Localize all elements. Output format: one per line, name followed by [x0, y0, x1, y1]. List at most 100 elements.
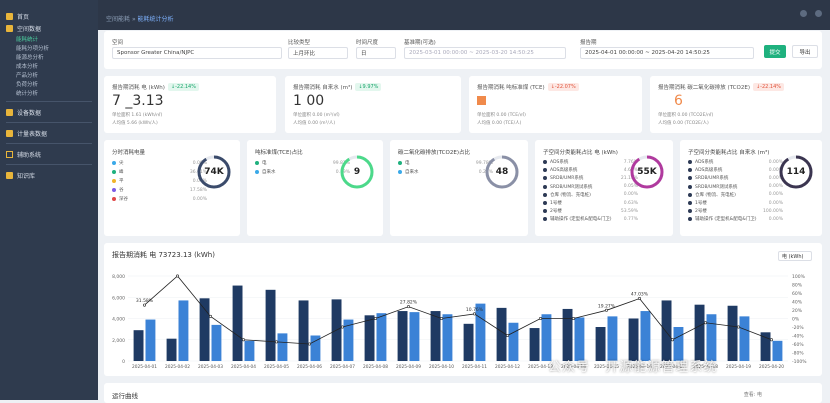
donut-ring: 74K — [196, 154, 232, 190]
kpi-sub2: 人均值 5.66 (kWh/人) — [112, 121, 158, 126]
home-icon — [6, 12, 13, 20]
legend-dot — [543, 176, 547, 181]
breadcrumb-home[interactable]: 空间能耗 — [106, 16, 130, 23]
sidebar-item-knowledge[interactable]: 知识库 — [0, 169, 98, 181]
legend-item: ADS系统 0.00% — [688, 159, 783, 165]
y2-tick-label: 20% — [792, 308, 803, 314]
x-tick-label: 2025-04-11 — [462, 364, 487, 370]
legend-dot — [543, 217, 547, 222]
bar-base — [772, 340, 783, 361]
settings-icon[interactable] — [815, 10, 822, 17]
change-point — [176, 274, 180, 278]
x-tick-label: 2025-04-02 — [165, 364, 190, 370]
legend-item: 峰 36.01% — [112, 169, 207, 175]
user-icon[interactable] — [800, 10, 807, 17]
legend-name: SRDB/UMR系统 — [695, 176, 729, 182]
bar-base — [376, 313, 387, 361]
legend-dot — [543, 192, 547, 197]
x-tick-label: 2025-04-08 — [363, 364, 388, 370]
legend-item: 1号楼 0.63% — [543, 200, 638, 206]
export-button[interactable]: 导出 — [792, 45, 818, 58]
bar-reporting — [265, 289, 276, 361]
sidebar-sub-item[interactable]: 能耗分项分析 — [0, 43, 98, 52]
change-point — [341, 325, 345, 329]
change-point — [670, 338, 674, 342]
donut-center-value: 48 — [495, 167, 509, 177]
change-point — [604, 308, 608, 312]
kpi-value: 1 00 — [293, 93, 325, 109]
kpi-sub1: 单位面积 1.61 (kWh/㎡) — [112, 113, 163, 118]
y2-tick-label: 60% — [792, 291, 803, 297]
base-period-input[interactable]: 2025-03-01 00:00:00 ~ 2025-03-20 14:50:2… — [404, 47, 566, 59]
sidebar-sub-item[interactable]: 成本分析 — [0, 61, 98, 70]
submit-button[interactable]: 提交 — [764, 45, 786, 58]
donut-title: 子空间分类能耗占比 电 (kWh) — [543, 150, 618, 156]
legend-item: 辅助操作 (定型机&配电&门卫) 0.00% — [688, 216, 783, 222]
sidebar-item-aux[interactable]: 辅助系统 — [0, 148, 98, 160]
legend-name: 仓库 (物流、充电桩) — [695, 192, 736, 198]
y2-tick-label: -100% — [792, 359, 807, 365]
change-point — [703, 321, 707, 325]
donut-card: 吨标准煤(TCE)占比电 99.81% 自来水 0.19% 9 — [247, 140, 383, 236]
sidebar-item-meter[interactable]: 计量表数据 — [0, 127, 98, 139]
kpi-title: 报告期消耗 自来水 (m³) — [293, 85, 353, 91]
sidebar-sub-item[interactable]: 能耗统计 — [0, 34, 98, 43]
sidebar-label: 空间数据 — [17, 25, 42, 33]
granularity-select[interactable]: 日 — [356, 47, 396, 59]
legend-name: 仓库 (物流、充电桩) — [550, 192, 591, 198]
change-point — [373, 317, 377, 321]
legend-pct: 0.63% — [623, 200, 638, 206]
legend-item: ADS高级系统 0.00% — [688, 167, 783, 173]
bar-base — [178, 300, 189, 361]
sidebar-item-space[interactable]: 空间数据 — [0, 22, 98, 34]
legend-name: 辅助操作 (定型机&配电&门卫) — [550, 217, 612, 223]
kpi-card: 报告期消耗 电 (kWh) ↓-22.14% 7 _3.13 单位面积 1.61 … — [104, 76, 276, 133]
donut-ring: 9 — [339, 154, 375, 190]
legend-item: SRDB/UMR系统 21.19% — [543, 175, 638, 181]
legend-dot — [112, 170, 116, 174]
change-point — [308, 342, 312, 346]
legend-dot — [112, 188, 116, 192]
donut-card: 碳二氧化碳排放(TCO2E)占比电 99.78% 自来水 0.22% 48 — [390, 140, 528, 236]
legend-item: ADS高级系统 4.65% — [543, 167, 638, 173]
sidebar-item-device[interactable]: 设备数据 — [0, 106, 98, 118]
kpi-title: 报告期消耗 碳二氧化碳排放 (TCO2E) — [658, 85, 750, 91]
legend-dot — [543, 168, 547, 173]
report-period-input[interactable]: 2025-04-01 00:00:00 ~ 2025-04-20 14:50:2… — [580, 47, 754, 59]
change-point — [571, 317, 575, 321]
kpi-title: 报告期消耗 吨标准煤 (TCE) — [477, 85, 545, 91]
legend-dot — [688, 160, 692, 164]
run-curve-filter[interactable]: 查看: 电 — [744, 391, 762, 398]
bar-base — [541, 314, 552, 361]
sidebar-label: 首页 — [17, 13, 30, 21]
breadcrumb-separator: » — [131, 16, 136, 23]
bar-reporting — [661, 300, 672, 361]
sidebar-item-home[interactable]: 首页 — [0, 10, 98, 22]
sidebar-sub-item[interactable]: 产品分析 — [0, 70, 98, 79]
legend-pct: 53.59% — [620, 208, 638, 214]
donut-title: 分时消耗电量 — [112, 150, 146, 156]
legend-item: 深谷 0.00% — [112, 196, 207, 202]
kpi-badge: ↓-22.14% — [167, 83, 199, 91]
sidebar-sub-item[interactable]: 统计分析 — [0, 88, 98, 97]
bar-base — [442, 314, 453, 361]
legend-item: SRDB/UMR测试系统 0.00% — [688, 184, 783, 190]
space-select[interactable]: Sponsor Greater China/NJPC — [112, 47, 282, 59]
x-tick-label: 2025-04-03 — [198, 364, 223, 370]
bar-reporting — [694, 304, 705, 361]
x-tick-label: 2025-04-20 — [759, 364, 784, 370]
legend-dot — [543, 184, 547, 189]
compare-select[interactable]: 上月环比 — [288, 47, 348, 59]
legend-dot — [688, 201, 692, 205]
bar-reporting — [463, 323, 474, 361]
donut-card: 子空间分类能耗占比 电 (kWh) ADS系统 7.76% ADS高级系统 4.65% S… — [535, 140, 673, 236]
sidebar-sub-item[interactable]: 负荷分析 — [0, 79, 98, 88]
x-tick-label: 2025-04-01 — [132, 364, 157, 370]
sidebar-divider — [6, 164, 92, 165]
folder-icon — [6, 24, 13, 32]
sidebar-divider — [6, 143, 92, 144]
x-tick-label: 2025-04-19 — [726, 364, 751, 370]
legend-dot — [688, 168, 692, 173]
donut-title: 碳二氧化碳排放(TCO2E)占比 — [398, 150, 470, 156]
sidebar-sub-item[interactable]: 能源总分析 — [0, 52, 98, 61]
